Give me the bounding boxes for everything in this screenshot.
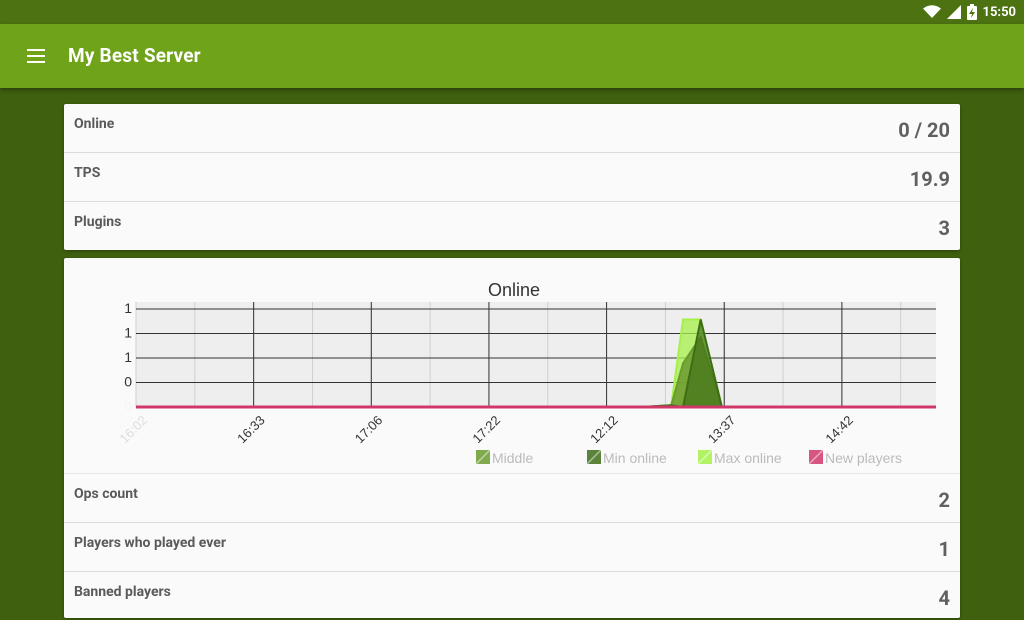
chart-title: Online: [488, 280, 540, 300]
app-bar: My Best Server: [0, 24, 1024, 88]
stat-row-tps: TPS 19.9: [64, 153, 960, 202]
legend-label: Middle: [492, 450, 533, 466]
summary-card: Online 0 / 20 TPS 19.9 Plugins 3: [64, 104, 960, 250]
x-tick-label: 17:06: [352, 413, 386, 447]
x-tick-label: 16:02: [117, 413, 151, 447]
y-tick-label: 1: [124, 300, 132, 316]
legend-label: Min online: [603, 450, 667, 466]
stat-row-ops: Ops count 2: [64, 474, 960, 523]
stat-label: Ops count: [74, 486, 138, 502]
legend-label: New players: [825, 450, 902, 466]
y-tick-label: 1: [124, 349, 132, 365]
stat-value: 3: [938, 216, 950, 240]
stat-label: Banned players: [74, 584, 171, 600]
stat-row-online: Online 0 / 20: [64, 104, 960, 153]
stat-row-players-ever: Players who played ever 1: [64, 523, 960, 572]
stat-label: Players who played ever: [74, 535, 226, 551]
status-icons: 15:50: [922, 0, 1017, 24]
online-chart-svg: 1110016:02 16:33 17:06 17:22 12:12 13:37 14:42…: [117, 280, 936, 466]
x-tick-label: 12:12: [587, 413, 621, 447]
stat-value: 0 / 20: [898, 118, 950, 142]
stat-label: TPS: [74, 165, 101, 181]
stat-value: 1: [938, 537, 950, 561]
battery-charging-icon: [966, 4, 977, 20]
x-tick-label: 16:33: [234, 413, 268, 447]
x-tick-label: 14:42: [822, 413, 856, 447]
y-tick-label: 1: [124, 325, 132, 341]
stat-row-banned: Banned players 4: [64, 572, 960, 620]
wifi-icon: [922, 5, 941, 19]
status-bar: 15:50: [0, 0, 1024, 24]
stat-label: Online: [74, 116, 115, 132]
stat-label: Plugins: [74, 214, 122, 230]
y-tick-label: 0: [124, 374, 132, 390]
details-card: 1 1 1 0 0 16:02 16:33 17:06 17:22 12:12 13:37 14:42…: [64, 258, 960, 618]
status-time: 15:50: [982, 4, 1017, 20]
online-chart: 1 1 1 0 0 16:02 16:33 17:06 17:22 12:12 13:37 14:42…: [64, 258, 960, 474]
hamburger-menu-icon[interactable]: [20, 44, 52, 68]
signal-icon: [946, 5, 961, 19]
legend-label: Max online: [714, 450, 782, 466]
stat-value: 19.9: [909, 167, 950, 191]
chart-plot-background: [136, 302, 936, 407]
stat-value: 2: [938, 488, 950, 512]
stat-value: 4: [938, 586, 950, 610]
app-title: My Best Server: [68, 44, 201, 67]
y-tick-label: 0: [124, 398, 132, 414]
stat-row-plugins: Plugins 3: [64, 202, 960, 250]
x-tick-label: 17:22: [469, 413, 503, 447]
x-tick-label: 13:37: [705, 413, 739, 447]
